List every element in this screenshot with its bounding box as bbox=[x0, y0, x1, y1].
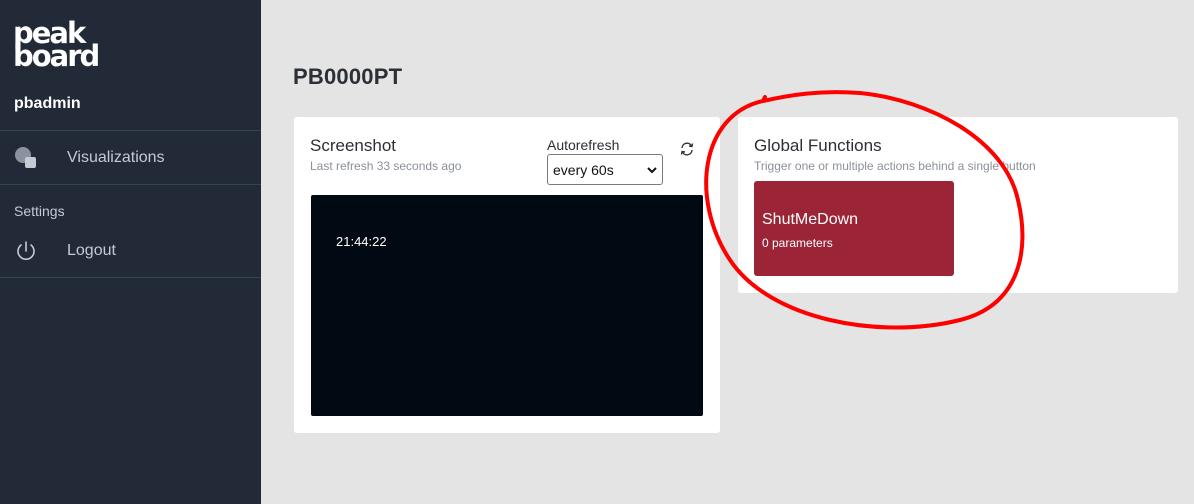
function-params: 0 parameters bbox=[762, 236, 833, 250]
page-title: PB0000PT bbox=[293, 64, 403, 89]
autorefresh-select-value: every 60s bbox=[553, 161, 614, 178]
settings-section-label: Settings bbox=[14, 203, 65, 219]
sidebar-item-label: Logout bbox=[67, 242, 116, 259]
refresh-icon[interactable] bbox=[679, 141, 695, 157]
divider bbox=[0, 184, 261, 185]
sidebar-item-visualizations[interactable]: Visualizations bbox=[0, 132, 261, 184]
autorefresh-select[interactable]: every 60s bbox=[547, 154, 663, 185]
divider bbox=[0, 277, 261, 278]
screenshot-card: Screenshot Last refresh 33 seconds ago A… bbox=[294, 117, 720, 433]
peakboard-logo[interactable]: peak board bbox=[13, 19, 117, 74]
last-refresh-text: Last refresh 33 seconds ago bbox=[310, 159, 462, 173]
global-functions-card: Global Functions Trigger one or multiple… bbox=[738, 117, 1178, 293]
divider bbox=[0, 130, 261, 131]
sidebar-item-logout[interactable]: Logout bbox=[0, 225, 261, 277]
power-icon bbox=[17, 241, 35, 260]
global-functions-title: Global Functions bbox=[754, 136, 882, 155]
screenshot-preview: 21:44:22 bbox=[311, 195, 703, 416]
global-functions-subtitle: Trigger one or multiple actions behind a… bbox=[754, 159, 1036, 173]
function-tile-shutmedown[interactable]: ShutMeDown 0 parameters bbox=[754, 181, 954, 276]
sidebar-item-label: Visualizations bbox=[67, 149, 165, 166]
screenshot-title: Screenshot bbox=[310, 136, 396, 155]
username: pbadmin bbox=[14, 95, 81, 112]
screen-clock-text: 21:44:22 bbox=[336, 234, 387, 249]
autorefresh-label: Autorefresh bbox=[547, 137, 620, 153]
chevron-down-icon bbox=[647, 167, 657, 174]
visualizations-icon bbox=[15, 147, 36, 168]
function-name: ShutMeDown bbox=[762, 211, 859, 228]
logo-text-bottom: board bbox=[13, 39, 100, 73]
sidebar: peak board pbadmin Visualizations Settin… bbox=[0, 0, 261, 504]
